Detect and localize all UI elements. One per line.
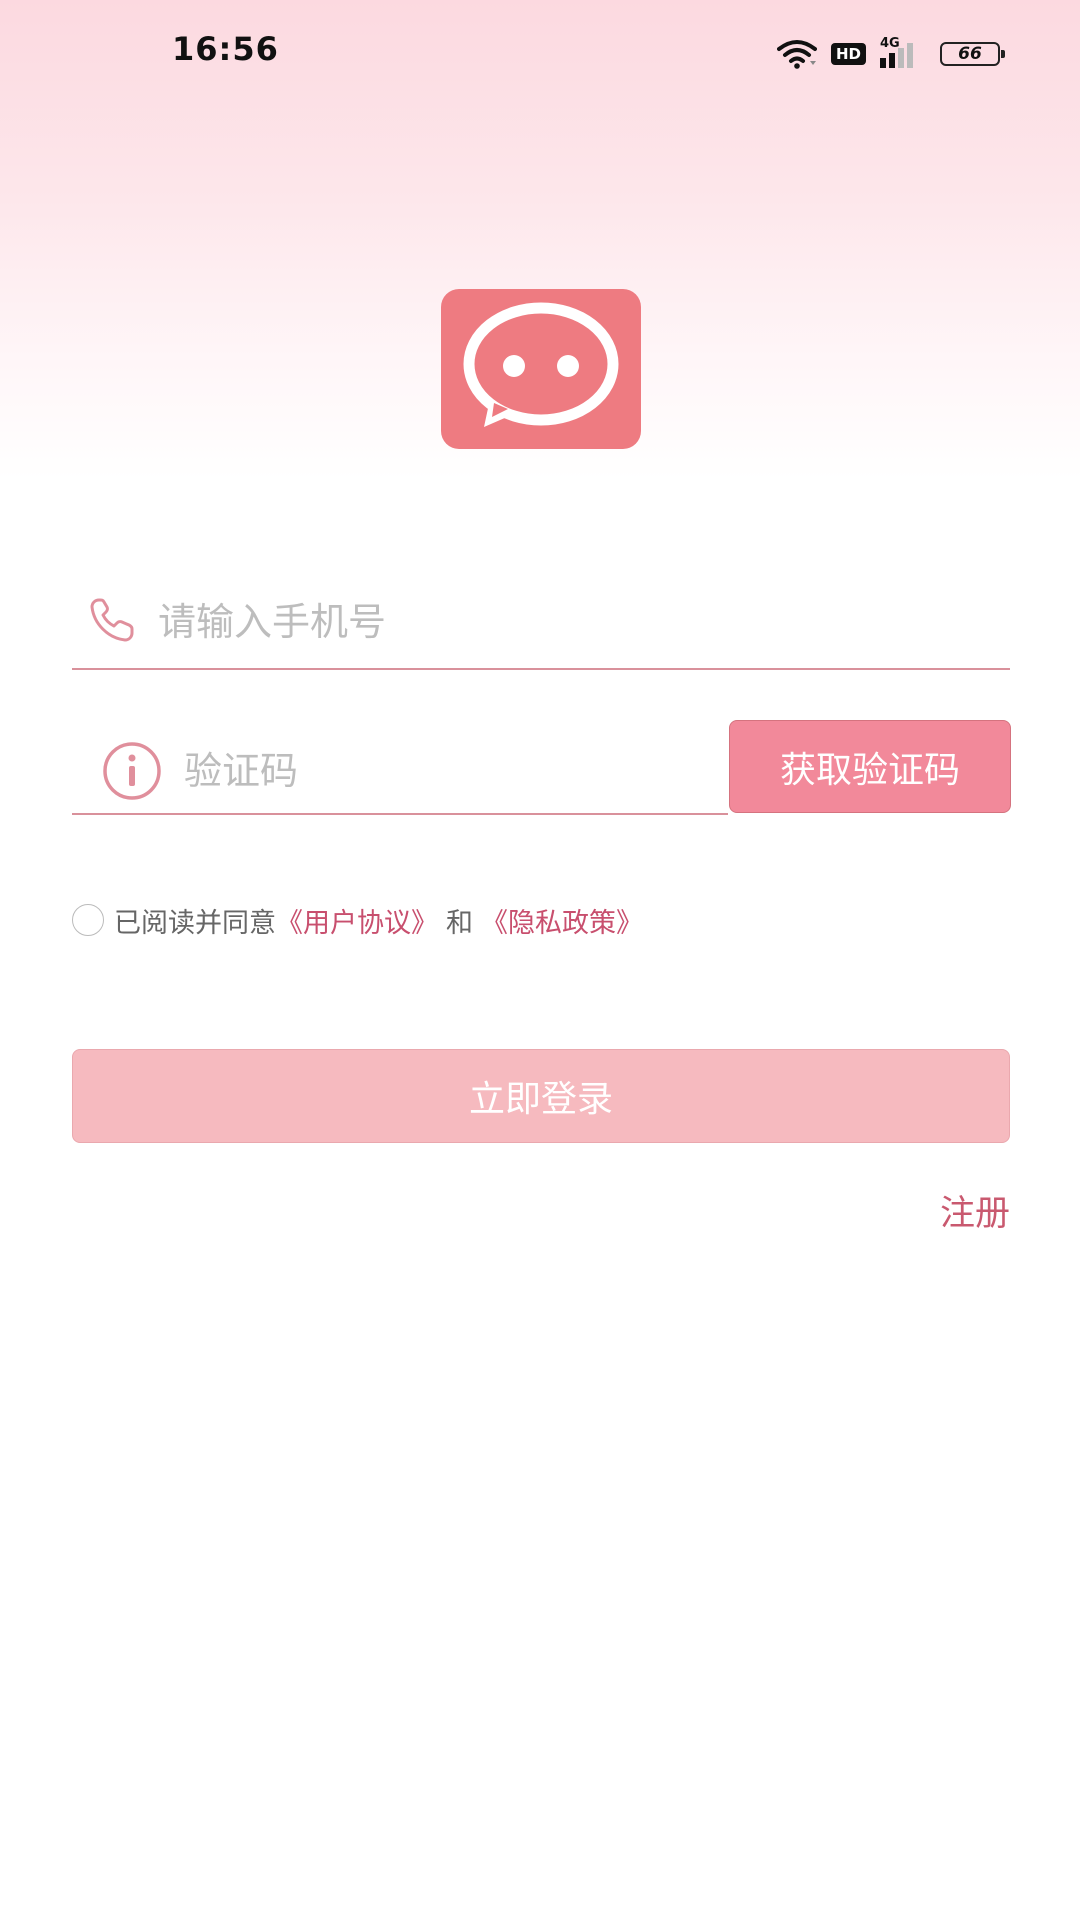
status-bar: 16:56 HD 4G 66 [0, 0, 1080, 110]
user-agreement-link[interactable]: 《用户协议》 [276, 901, 438, 940]
login-button[interactable]: 立即登录 [72, 1049, 1010, 1143]
get-code-button[interactable]: 获取验证码 [729, 720, 1011, 813]
privacy-policy-link[interactable]: 《隐私政策》 [481, 901, 643, 940]
app-logo [441, 289, 641, 449]
agreement-and-text: 和 [446, 907, 473, 939]
verification-code-field [72, 725, 728, 815]
hd-badge: HD [830, 43, 866, 65]
verification-code-input[interactable] [184, 741, 704, 801]
cellular-signal-icon: 4G [880, 36, 926, 70]
chat-bubble-icon [463, 302, 619, 427]
status-icons: HD 4G 66 [776, 36, 1005, 72]
phone-input[interactable] [158, 592, 978, 652]
phone-icon [90, 598, 134, 642]
battery-icon: 66 [940, 42, 1005, 66]
status-time: 16:56 [172, 30, 279, 68]
agreement-text: 已阅读并同意 [114, 907, 276, 939]
phone-field [72, 580, 1010, 670]
register-link[interactable]: 注册 [940, 1185, 1010, 1236]
agreement-row: 已阅读并同意 《用户协议》 和 《隐私政策》 [72, 900, 643, 940]
info-icon [103, 742, 161, 800]
agreement-checkbox[interactable] [72, 904, 104, 936]
wifi-icon [776, 40, 817, 69]
battery-level: 66 [958, 44, 982, 64]
